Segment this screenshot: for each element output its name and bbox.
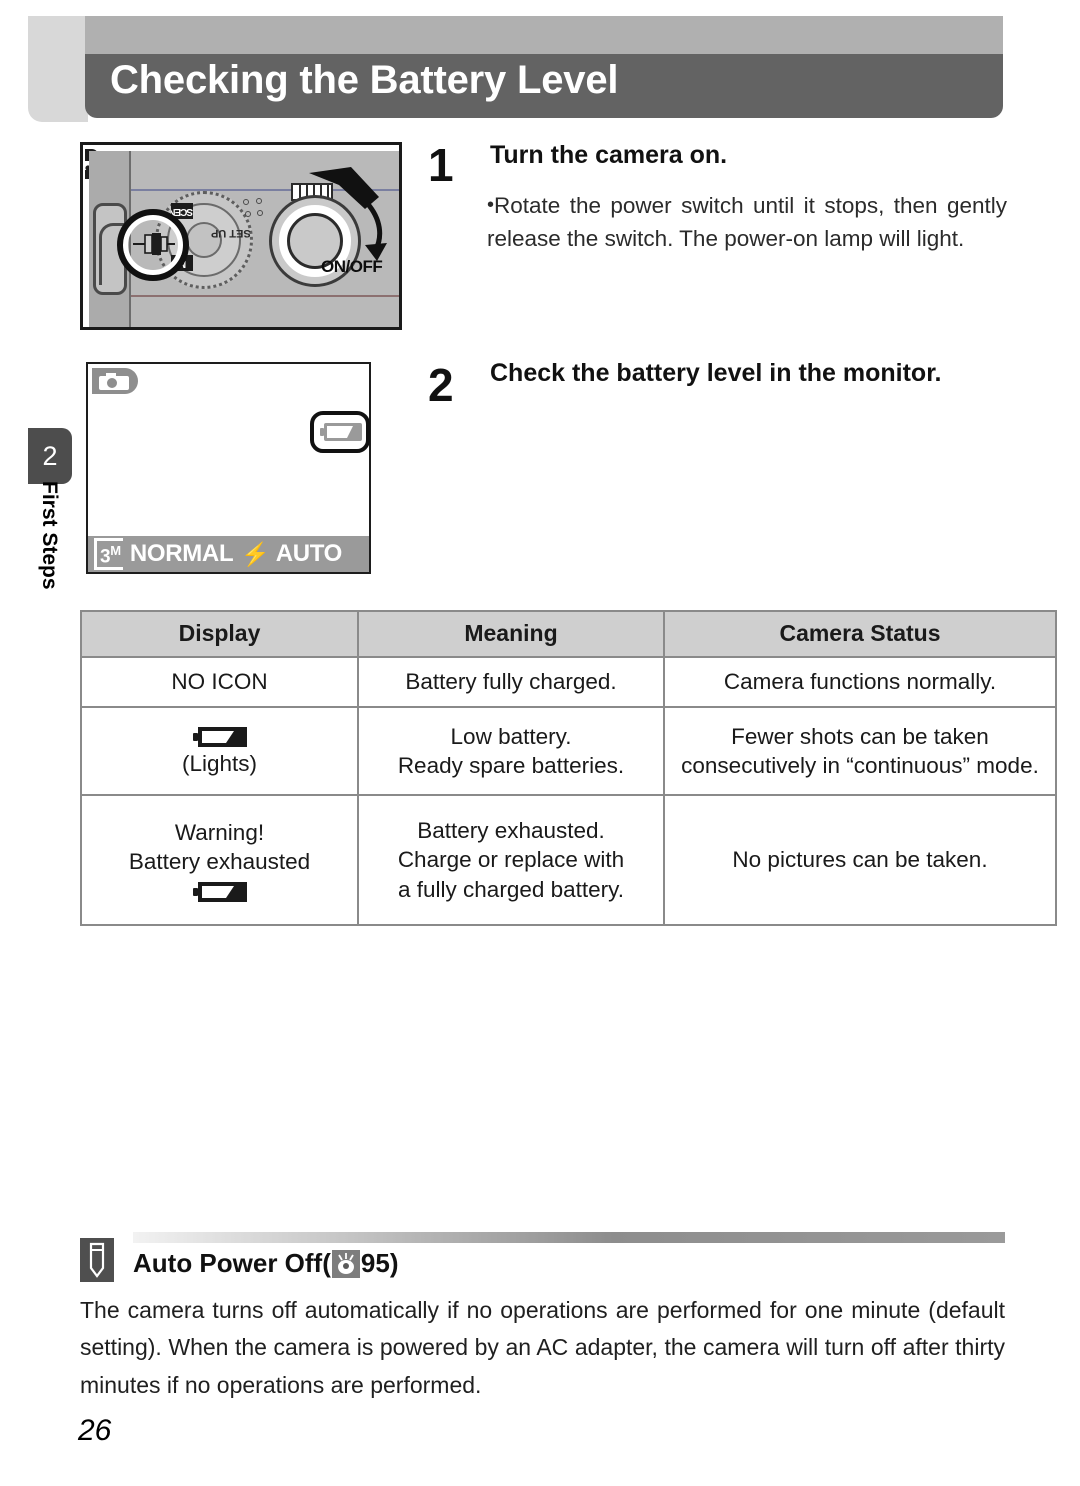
row-3-meaning: Battery exhausted. Charge or replace wit… xyxy=(357,794,665,926)
row-3-display-line-1: Warning! xyxy=(174,819,265,845)
step-1-body-text: Rotate the power switch until it stops, … xyxy=(487,193,1007,251)
flash-mode-indicator: AUTO xyxy=(275,540,343,567)
table-row: (Lights) Low battery. Ready spare batter… xyxy=(80,706,1057,796)
row-3-display-line-2: Battery exhausted xyxy=(128,849,311,874)
step-1-number: 1 xyxy=(428,139,454,191)
row-1-meaning: Battery fully charged. xyxy=(357,656,665,708)
battery-empty-icon xyxy=(90,882,349,903)
note-title: Auto Power Off(95) xyxy=(133,1248,398,1279)
camera-top-illustration: SET UP SCENE M xyxy=(80,142,402,330)
image-quality-indicator: NORMAL xyxy=(129,540,234,567)
chapter-tab: 2 xyxy=(28,428,72,484)
table-row: Warning! Battery exhausted Battery exhau… xyxy=(80,794,1057,926)
note-title-text: Auto Power Off xyxy=(133,1248,323,1278)
row-3-meaning-line-1: Battery exhausted. xyxy=(417,818,605,844)
row-1-status: Camera functions normally. xyxy=(663,656,1057,708)
battery-low-icon xyxy=(90,727,349,748)
row-2-meaning-line-2: Ready spare batteries. xyxy=(397,753,625,778)
row-2-meaning-line-1: Low battery. xyxy=(450,723,572,749)
speaker-holes xyxy=(241,197,271,221)
page-number: 26 xyxy=(78,1414,112,1447)
header-corner-block xyxy=(28,16,88,122)
step-1-bullet: • xyxy=(487,194,495,216)
battery-level-icon xyxy=(320,423,362,441)
chapter-label: First Steps xyxy=(38,481,61,590)
column-header-display: Display xyxy=(80,610,359,658)
monitor-illustration: 3M NORMAL ⚡ AUTO [ 15] xyxy=(86,362,409,581)
rotate-arrow-icon xyxy=(309,167,387,261)
shooting-mode-icon xyxy=(92,368,138,394)
step-1-title: Turn the camera on. xyxy=(490,141,728,169)
monitor-status-bar: 3M NORMAL ⚡ AUTO [ 15] xyxy=(88,526,409,581)
mode-dial-highlight-circle xyxy=(117,209,189,281)
note-reference-page: 95 xyxy=(360,1248,390,1278)
row-2-meaning: Low battery. Ready spare batteries. xyxy=(357,706,665,796)
camera-bottom-seam xyxy=(131,295,399,297)
table-header-row: Display Meaning Camera Status xyxy=(80,610,1057,658)
header-light-band xyxy=(85,16,1003,54)
row-2-display-sub: (Lights) xyxy=(181,751,258,777)
eye-reference-icon xyxy=(331,1250,360,1278)
row-3-display: Warning! Battery exhausted xyxy=(80,794,359,926)
power-switch-label: ON/OFF xyxy=(321,257,383,276)
row-2-status: Fewer shots can be taken consecutively i… xyxy=(663,706,1057,796)
manual-page: Checking the Battery Level 2 First Steps… xyxy=(0,0,1080,1486)
row-3-meaning-line-2: Charge or replace with xyxy=(397,847,625,873)
row-1-display: NO ICON xyxy=(80,656,359,708)
battery-level-table: Display Meaning Camera Status NO ICON Ba… xyxy=(80,610,1057,926)
flash-bolt-icon: ⚡ xyxy=(241,540,270,567)
table-row: NO ICON Battery fully charged. Camera fu… xyxy=(80,656,1057,708)
chapter-number: 2 xyxy=(42,441,58,471)
note-divider xyxy=(133,1232,1005,1243)
frames-remaining-indicator: [ 15] xyxy=(372,526,410,581)
note-paren-close: ) xyxy=(389,1248,399,1278)
pencil-note-icon xyxy=(80,1238,114,1282)
column-header-meaning: Meaning xyxy=(357,610,665,658)
row-3-status: No pictures can be taken. xyxy=(663,794,1057,926)
image-size-indicator: 3M xyxy=(94,537,123,571)
setup-mode-label: SET UP xyxy=(211,227,251,239)
step-2-title: Check the battery level in the monitor. xyxy=(490,359,942,387)
column-header-camera-status: Camera Status xyxy=(663,610,1057,658)
note-paren-open: ( xyxy=(322,1248,331,1278)
page-title: Checking the Battery Level xyxy=(110,58,619,102)
page-header: Checking the Battery Level xyxy=(0,0,1080,122)
step-2-number: 2 xyxy=(428,359,454,411)
row-2-display: (Lights) xyxy=(80,706,359,796)
row-3-meaning-line-3: a fully charged battery. xyxy=(398,876,624,902)
step-1-body: •Rotate the power switch until it stops,… xyxy=(487,190,1007,255)
note-body: The camera turns off automatically if no… xyxy=(80,1297,1005,1398)
